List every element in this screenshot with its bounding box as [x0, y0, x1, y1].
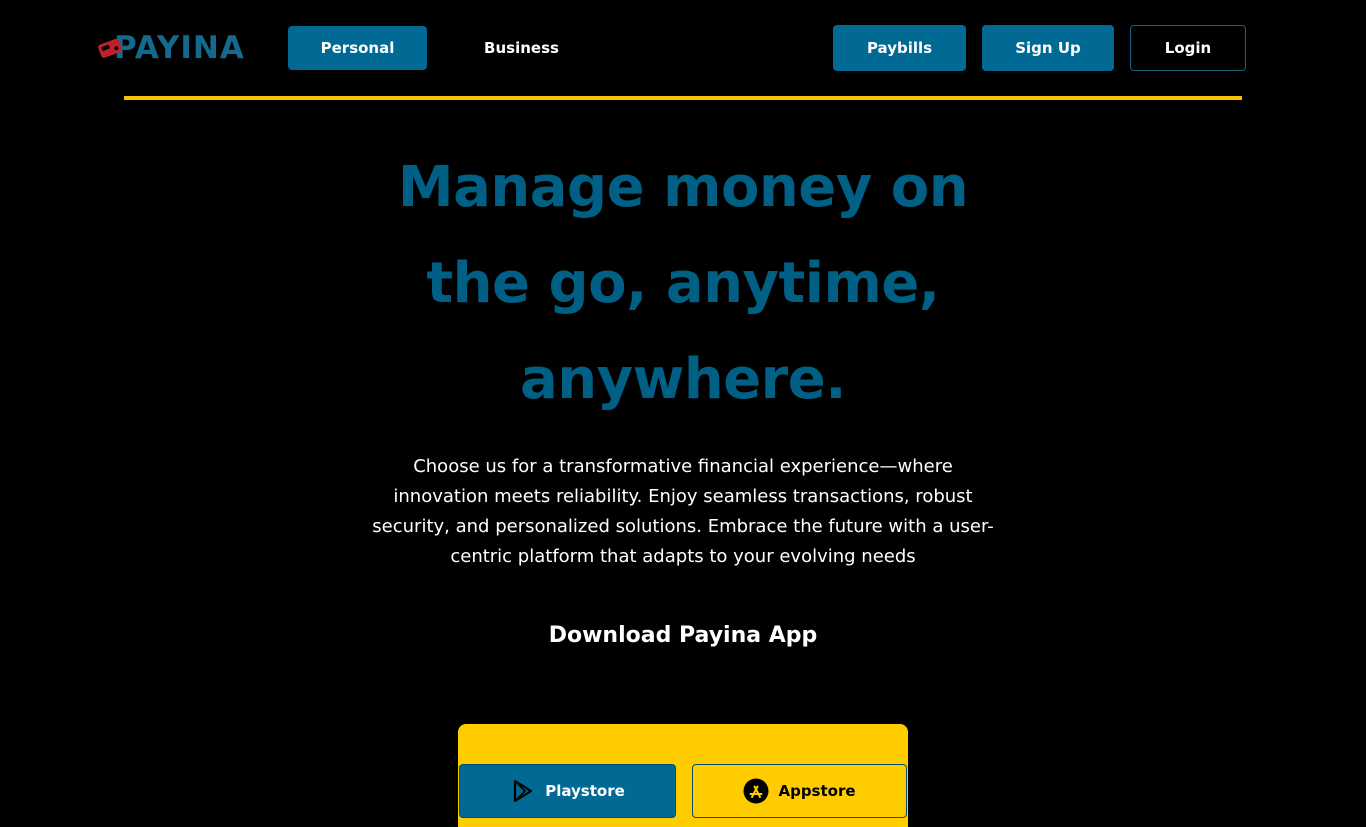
nav-personal-label: Personal	[320, 39, 395, 57]
landing-page: PAYINA Personal Business Paybills Sign U…	[0, 0, 1366, 827]
hero-description-line: innovation meets reliability. Enjoy seam…	[393, 486, 973, 507]
hero-title-line: anywhere.	[519, 347, 847, 412]
appstore-label: Appstore	[778, 782, 856, 800]
play-store-icon	[514, 779, 533, 803]
hero-description: Choose us for a transformative financial…	[343, 452, 1023, 572]
paybills-label: Paybills	[866, 39, 933, 57]
login-label: Login	[1164, 39, 1212, 57]
download-heading: Download Payina App	[548, 623, 818, 648]
hero-title: Manage money on the go, anytime, anywher…	[333, 140, 1033, 428]
store-buttons-panel: Playstore Appstore	[458, 724, 908, 827]
hero-description-line: Choose us for a transformative financial…	[413, 456, 953, 477]
nav-personal[interactable]: Personal	[288, 26, 427, 70]
nav-business[interactable]: Business	[466, 26, 577, 70]
login-button[interactable]: Login	[1130, 25, 1246, 71]
signup-label: Sign Up	[1015, 39, 1081, 57]
hero-description-line: security, and personalized solutions. Em…	[372, 516, 994, 537]
brand-logo[interactable]: PAYINA	[96, 28, 245, 68]
hero-description-line: centric platform that adapts to your evo…	[450, 546, 916, 567]
playstore-button[interactable]: Playstore	[459, 764, 676, 818]
logo-mark-icon	[98, 38, 122, 58]
hero-title-line: Manage money on	[397, 155, 969, 220]
nav-business-label: Business	[484, 39, 559, 57]
paybills-button[interactable]: Paybills	[833, 25, 966, 71]
playstore-label: Playstore	[545, 782, 625, 800]
brand-name: PAYINA	[114, 30, 245, 66]
app-store-icon	[743, 778, 769, 804]
hero-title-line: the go, anytime,	[426, 251, 940, 316]
header-divider	[124, 96, 1242, 100]
signup-button[interactable]: Sign Up	[982, 25, 1114, 71]
appstore-button[interactable]: Appstore	[692, 764, 907, 818]
